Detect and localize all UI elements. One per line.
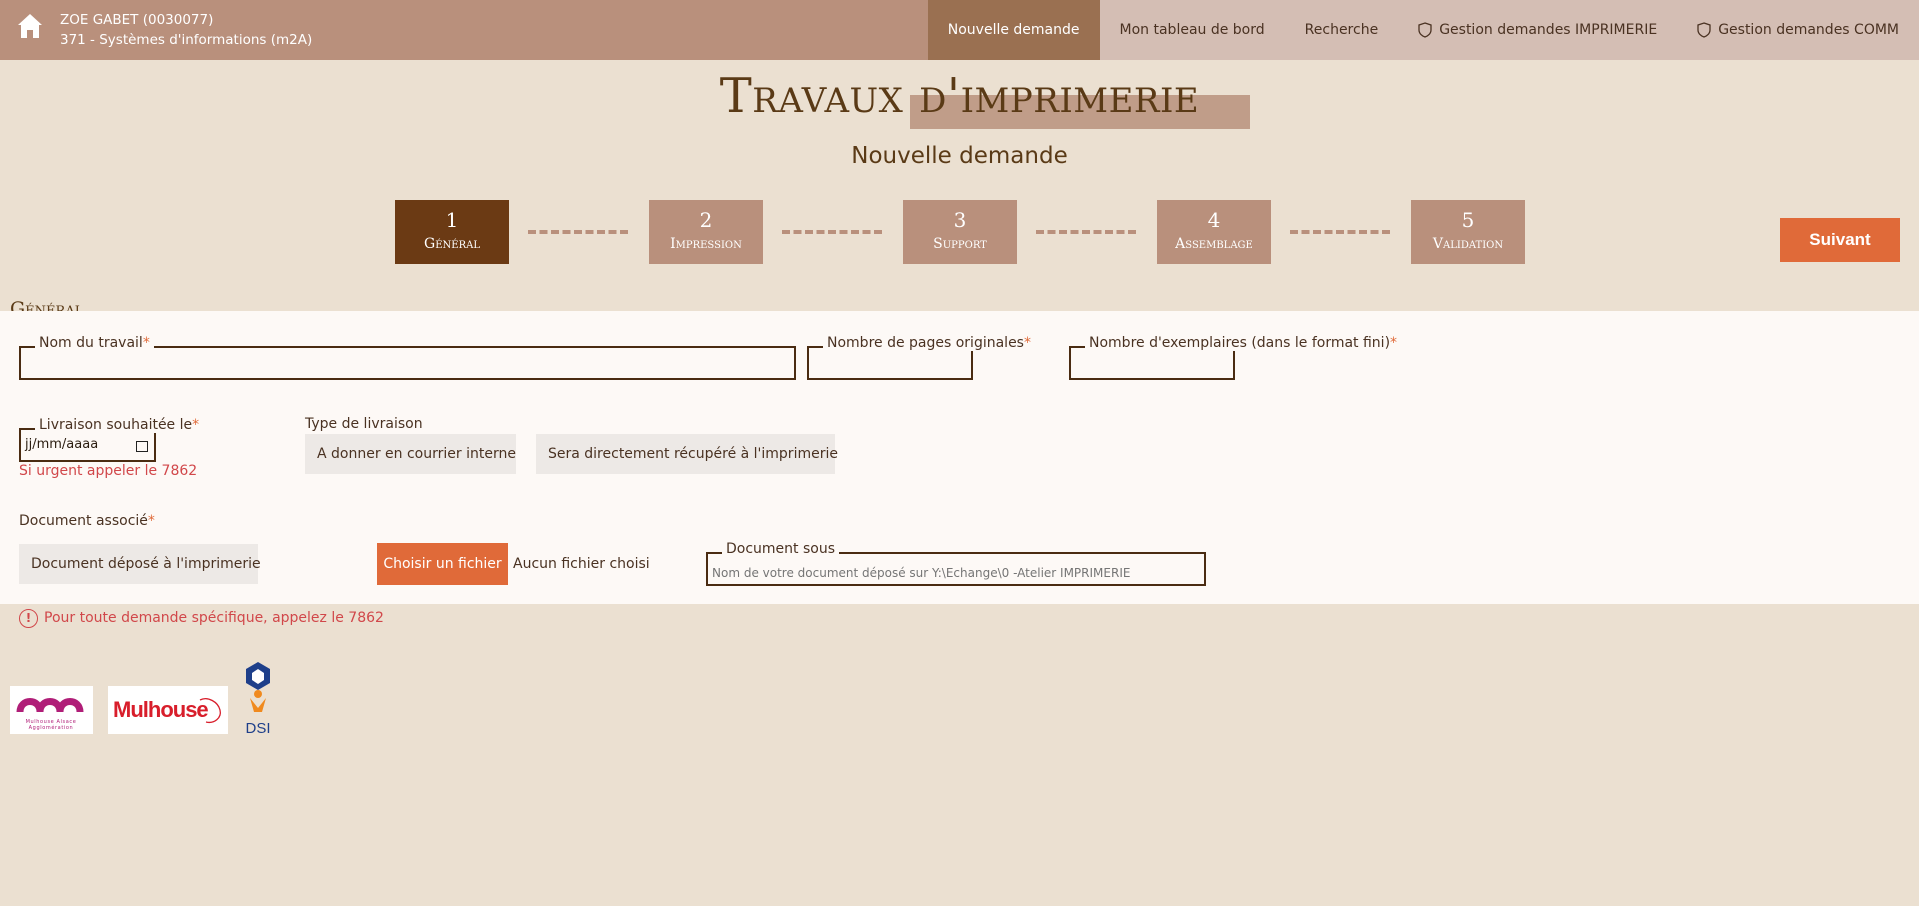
mulhouse-wordmark: Mulhouse	[113, 697, 208, 722]
nav-gestion-comm[interactable]: Gestion demandes COMM	[1677, 0, 1919, 60]
job-name-legend: Nom du travail*	[35, 335, 154, 351]
step-connector	[782, 230, 882, 234]
file-status: Aucun fichier choisi	[513, 556, 650, 572]
step-general[interactable]: 1 Général	[395, 200, 509, 264]
step-number: 5	[1461, 208, 1475, 232]
title-wrap: Travaux d'imprimerie	[0, 68, 1919, 124]
step-impression[interactable]: 2 Impression	[649, 200, 763, 264]
nav-label: Recherche	[1304, 22, 1379, 38]
page-subtitle: Nouvelle demande	[851, 143, 1068, 169]
urgent-note: Si urgent appeler le 7862	[19, 463, 198, 479]
nav-gestion-imprimerie[interactable]: Gestion demandes IMPRIMERIE	[1398, 0, 1678, 60]
shield-icon	[1697, 22, 1711, 38]
nav-recherche[interactable]: Recherche	[1284, 0, 1399, 60]
user-department: 371 - Systèmes d'informations (m2A)	[60, 32, 313, 48]
step-label: Support	[933, 236, 987, 252]
nav-label: Nouvelle demande	[947, 22, 1080, 38]
copies-label: Nombre d'exemplaires (dans le format fin…	[1089, 335, 1391, 351]
doc-under-legend: Document sous	[722, 541, 840, 557]
delivery-date-label: Livraison souhaitée le	[39, 417, 193, 433]
step-label: Général	[424, 236, 480, 252]
option-label: Document déposé à l'imprimerie	[31, 556, 261, 572]
pages-input[interactable]	[813, 356, 967, 378]
user-info: ZOE GABET (0030077) 371 - Systèmes d'inf…	[60, 10, 312, 50]
step-label: Impression	[670, 236, 742, 252]
dsi-logo-graphic: DSI	[245, 662, 271, 737]
delivery-date-field[interactable]: Livraison souhaitée le* jj/mm/aaaa	[19, 417, 204, 462]
top-bar: ZOE GABET (0030077) 371 - Systèmes d'inf…	[0, 0, 1919, 60]
delivery-date-input[interactable]: jj/mm/aaaa	[25, 437, 150, 459]
mulhouse-logo-graphic: Mulhouse	[113, 697, 221, 724]
home-icon[interactable]	[16, 12, 44, 40]
required-mark: *	[192, 417, 200, 433]
step-number: 1	[445, 208, 459, 232]
nav-label: Gestion demandes COMM	[1718, 22, 1899, 38]
m2a-logo: Mulhouse Alsace Agglomération	[10, 686, 93, 734]
m2a-logo-graphic: Mulhouse Alsace Agglomération	[16, 698, 84, 731]
step-support[interactable]: 3 Support	[903, 200, 1017, 264]
option-label: A donner en courrier interne	[317, 446, 516, 462]
doc-under-input[interactable]	[712, 562, 1200, 584]
nav-nouvelle-demande[interactable]: Nouvelle demande	[927, 0, 1100, 60]
doc-label: Document associé	[19, 513, 148, 529]
step-label: Validation	[1432, 236, 1504, 252]
main-nav: Nouvelle demande Mon tableau de bord Rec…	[927, 0, 1919, 60]
copies-input[interactable]	[1075, 356, 1229, 378]
step-label: Assemblage	[1175, 236, 1253, 252]
mulhouse-logo: Mulhouse	[108, 686, 228, 734]
required-mark: *	[1023, 335, 1031, 351]
calendar-icon[interactable]	[136, 441, 148, 452]
job-name-input[interactable]	[25, 356, 790, 378]
step-validation[interactable]: 5 Validation	[1411, 200, 1525, 264]
job-name-label: Nom du travail	[39, 335, 143, 351]
delivery-date-legend: Livraison souhaitée le*	[35, 417, 204, 433]
step-number: 2	[699, 208, 713, 232]
nav-label: Mon tableau de bord	[1119, 22, 1265, 38]
step-number: 4	[1207, 208, 1221, 232]
footer-note: Pour toute demande spécifique, appelez l…	[44, 610, 384, 626]
info-icon: !	[19, 609, 38, 628]
step-assemblage[interactable]: 4 Assemblage	[1157, 200, 1271, 264]
step-connector	[1036, 230, 1136, 234]
delivery-type-label: Type de livraison	[305, 416, 423, 432]
dsi-logo: DSI	[240, 660, 276, 737]
page-title: Travaux d'imprimerie	[719, 68, 1200, 124]
next-button[interactable]: Suivant	[1780, 218, 1900, 262]
step-connector	[1290, 230, 1390, 234]
step-number: 3	[953, 208, 967, 232]
m2a-line2: Agglomération	[29, 724, 74, 731]
delivery-internal-mail-option[interactable]: A donner en courrier interne	[305, 434, 516, 474]
step-connector	[528, 230, 628, 234]
nav-tableau-de-bord[interactable]: Mon tableau de bord	[1099, 0, 1285, 60]
choose-file-button[interactable]: Choisir un fichier	[377, 543, 508, 585]
copies-field[interactable]: Nombre d'exemplaires (dans le format fin…	[1069, 335, 1402, 380]
required-mark: *	[1390, 335, 1398, 351]
job-name-field[interactable]: Nom du travail*	[19, 335, 796, 380]
doc-under-field[interactable]: Document sous	[706, 541, 1206, 586]
doc-deposited-option[interactable]: Document déposé à l'imprimerie	[19, 544, 261, 584]
copies-legend: Nombre d'exemplaires (dans le format fin…	[1085, 335, 1402, 351]
nav-label: Gestion demandes IMPRIMERIE	[1439, 22, 1658, 38]
required-mark: *	[147, 513, 155, 529]
option-label: Sera directement récupéré à l'imprimerie	[548, 446, 838, 462]
doc-label-wrap: Document associé*	[19, 513, 155, 529]
user-name: ZOE GABET (0030077)	[60, 12, 214, 28]
delivery-pickup-option[interactable]: Sera directement récupéré à l'imprimerie	[536, 434, 838, 474]
shield-icon	[1418, 22, 1432, 38]
pages-label: Nombre de pages originales	[827, 335, 1024, 351]
required-mark: *	[142, 335, 150, 351]
dsi-text: DSI	[245, 720, 270, 736]
pages-legend: Nombre de pages originales*	[823, 335, 1035, 351]
pages-field[interactable]: Nombre de pages originales*	[807, 335, 1035, 380]
